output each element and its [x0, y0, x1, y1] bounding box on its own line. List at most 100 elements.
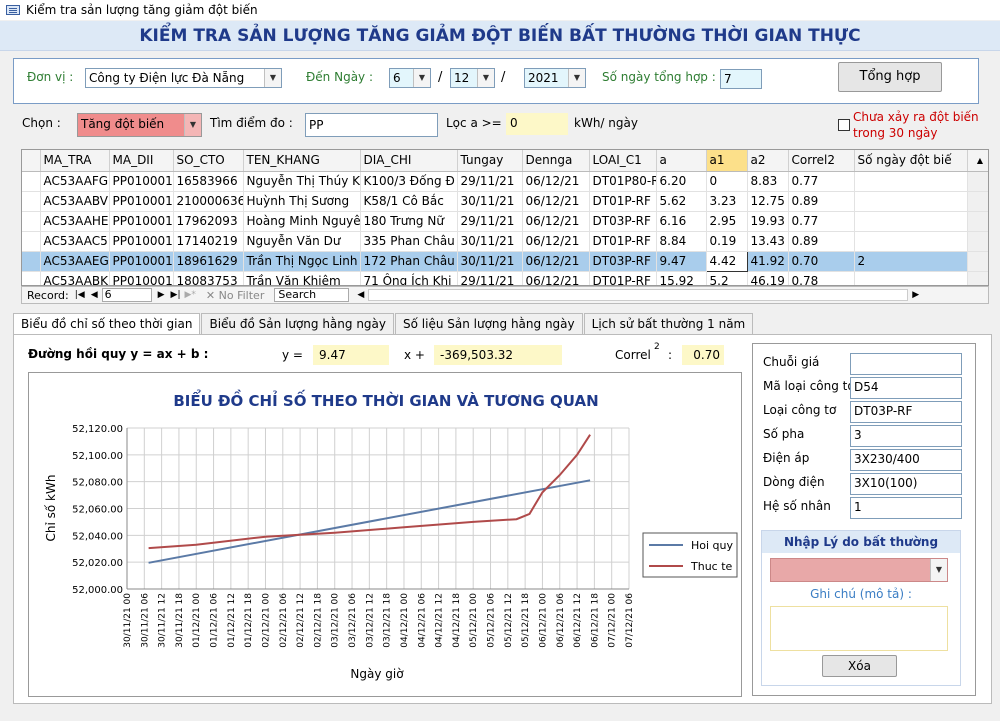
table-cell[interactable]: PP0100010	[109, 251, 174, 272]
chua-xay-ra-checkbox[interactable]	[838, 119, 850, 131]
table-cell[interactable]: 2.95	[706, 211, 748, 232]
next-record-icon[interactable]: ▶	[158, 290, 165, 300]
col-header[interactable]: TEN_KHANG	[243, 150, 361, 172]
table-cell[interactable]: 6.16	[656, 211, 707, 232]
sopha-field[interactable]: 3	[850, 425, 962, 447]
prev-record-icon[interactable]: ◀	[91, 290, 98, 300]
ghichu-textarea[interactable]	[770, 606, 948, 651]
scrollbar-up[interactable]: ▲	[967, 150, 988, 172]
table-cell[interactable]: AC53AABV	[40, 191, 110, 212]
vertical-scrollbar[interactable]	[967, 191, 988, 212]
table-cell[interactable]: 8.84	[656, 231, 707, 252]
table-cell[interactable]: DT03P-RF	[589, 251, 657, 272]
table-cell[interactable]: PP0100010	[109, 231, 174, 252]
chevron-down-icon[interactable]: ▼	[264, 69, 281, 87]
table-cell[interactable]: 29/11/21	[457, 171, 523, 192]
col-header[interactable]: DIA_CHI	[360, 150, 458, 172]
table-cell[interactable]: 8.83	[747, 171, 789, 192]
songay-input[interactable]: 7	[720, 69, 762, 89]
table-cell[interactable]: 0.89	[788, 231, 855, 252]
row-selector[interactable]	[22, 191, 41, 212]
table-cell[interactable]: 30/11/21	[457, 191, 523, 212]
table-cell[interactable]: Trần Văn Khiêm	[243, 271, 361, 285]
chon-select[interactable]: Tăng đột biến ▼	[77, 113, 202, 137]
table-cell[interactable]: AC53AAFG	[40, 171, 110, 192]
table-cell[interactable]: 12.75	[747, 191, 789, 212]
col-header[interactable]: a2	[747, 150, 789, 172]
table-cell[interactable]: 06/12/21	[522, 211, 590, 232]
table-cell[interactable]: DT01P-RF	[589, 231, 657, 252]
chevron-down-icon[interactable]: ▼	[413, 69, 430, 87]
year-select[interactable]: 2021 ▼	[524, 68, 586, 88]
chevron-down-icon[interactable]: ▼	[477, 69, 494, 87]
table-cell[interactable]: 180 Trưng Nữ	[360, 211, 458, 232]
table-cell[interactable]: 30/11/21	[457, 231, 523, 252]
table-cell[interactable]: 19.93	[747, 211, 789, 232]
scroll-right-icon[interactable]: ▶	[912, 290, 919, 300]
table-cell[interactable]: AC53AABK	[40, 271, 110, 285]
table-cell[interactable]: 335 Phan Châu	[360, 231, 458, 252]
chevron-down-icon[interactable]: ▼	[568, 69, 585, 87]
table-cell[interactable]: PP0100010	[109, 271, 174, 285]
scroll-left-icon[interactable]: ◀	[357, 290, 364, 300]
chevron-down-icon[interactable]: ▼	[930, 559, 947, 581]
table-cell[interactable]: 06/12/21	[522, 231, 590, 252]
table-row[interactable]: AC53AAHEPP010001017962093Hoàng Minh Nguy…	[22, 211, 988, 232]
record-input[interactable]: 6	[101, 288, 152, 302]
table-cell[interactable]: K100/3 Đống Đ	[360, 171, 458, 192]
table-cell[interactable]: 5.2	[706, 271, 748, 285]
table-cell[interactable]: 0	[706, 171, 748, 192]
table-cell[interactable]: Nguyễn Thị Thúy K	[243, 171, 361, 192]
table-cell[interactable]	[854, 211, 968, 232]
row-selector[interactable]	[22, 171, 41, 192]
table-cell[interactable]: AC53AAC5	[40, 231, 110, 252]
no-filter-button[interactable]: ✕ No Filter	[206, 289, 264, 302]
table-cell[interactable]: PP0100010	[109, 191, 174, 212]
table-cell[interactable]: DT03P-RF	[589, 211, 657, 232]
table-cell[interactable]: DT01P80-R	[589, 171, 657, 192]
table-cell[interactable]: 06/12/21	[522, 251, 590, 272]
col-header[interactable]: Dennga	[522, 150, 590, 172]
row-selector[interactable]	[22, 271, 41, 285]
table-row[interactable]: AC53AAEGPP010001018961629Trần Thị Ngọc L…	[22, 250, 988, 272]
table-cell[interactable]: 0.78	[788, 271, 855, 285]
vertical-scrollbar[interactable]	[967, 211, 988, 232]
table-cell[interactable]: 0.77	[788, 211, 855, 232]
table-cell[interactable]	[854, 271, 968, 285]
table-cell[interactable]: 06/12/21	[522, 171, 590, 192]
day-select[interactable]: 6 ▼	[389, 68, 431, 88]
table-cell[interactable]: 2	[854, 251, 968, 272]
col-header[interactable]: SO_CTO	[173, 150, 244, 172]
table-cell[interactable]: 0.89	[788, 191, 855, 212]
table-cell[interactable]	[854, 231, 968, 252]
last-record-icon[interactable]: ▶|	[171, 290, 181, 300]
table-cell[interactable]: 29/11/21	[457, 271, 523, 285]
first-record-icon[interactable]: |◀	[75, 290, 85, 300]
table-cell[interactable]: 16583966	[173, 171, 244, 192]
vertical-scrollbar[interactable]	[967, 231, 988, 252]
table-cell[interactable]: 0.19	[706, 231, 748, 252]
horizontal-scrollbar[interactable]	[368, 289, 909, 301]
table-cell[interactable]: AC53AAEG	[40, 251, 110, 272]
table-cell[interactable]: PP0100010	[109, 171, 174, 192]
table-cell[interactable]: 3.23	[706, 191, 748, 212]
table-cell[interactable]: 17962093	[173, 211, 244, 232]
timdiem-input[interactable]: PP	[305, 113, 438, 137]
tab-history[interactable]: Lịch sử bất thường 1 năm	[583, 313, 754, 335]
table-cell[interactable]: 0.77	[788, 171, 855, 192]
reason-select[interactable]: ▼	[770, 558, 948, 582]
table-cell[interactable]: 5.62	[656, 191, 707, 212]
table-row[interactable]: AC53AABKPP010001018083753Trần Văn Khiêm7…	[22, 271, 988, 285]
table-cell[interactable]: Trần Thị Ngọc Linh	[243, 251, 361, 272]
table-cell[interactable]: AC53AAHE	[40, 211, 110, 232]
table-cell[interactable]: 18083753	[173, 271, 244, 285]
new-record-icon[interactable]: ▶*	[185, 290, 196, 300]
dienap-field[interactable]: 3X230/400	[850, 449, 962, 471]
table-cell[interactable]: 13.43	[747, 231, 789, 252]
chevron-down-icon[interactable]: ▼	[184, 114, 201, 136]
heso-field[interactable]: 1	[850, 497, 962, 519]
table-cell[interactable]: 41.92	[747, 251, 789, 272]
chuoigia-field[interactable]	[850, 353, 962, 375]
table-cell[interactable]: 17140219	[173, 231, 244, 252]
table-cell[interactable]: 29/11/21	[457, 211, 523, 232]
